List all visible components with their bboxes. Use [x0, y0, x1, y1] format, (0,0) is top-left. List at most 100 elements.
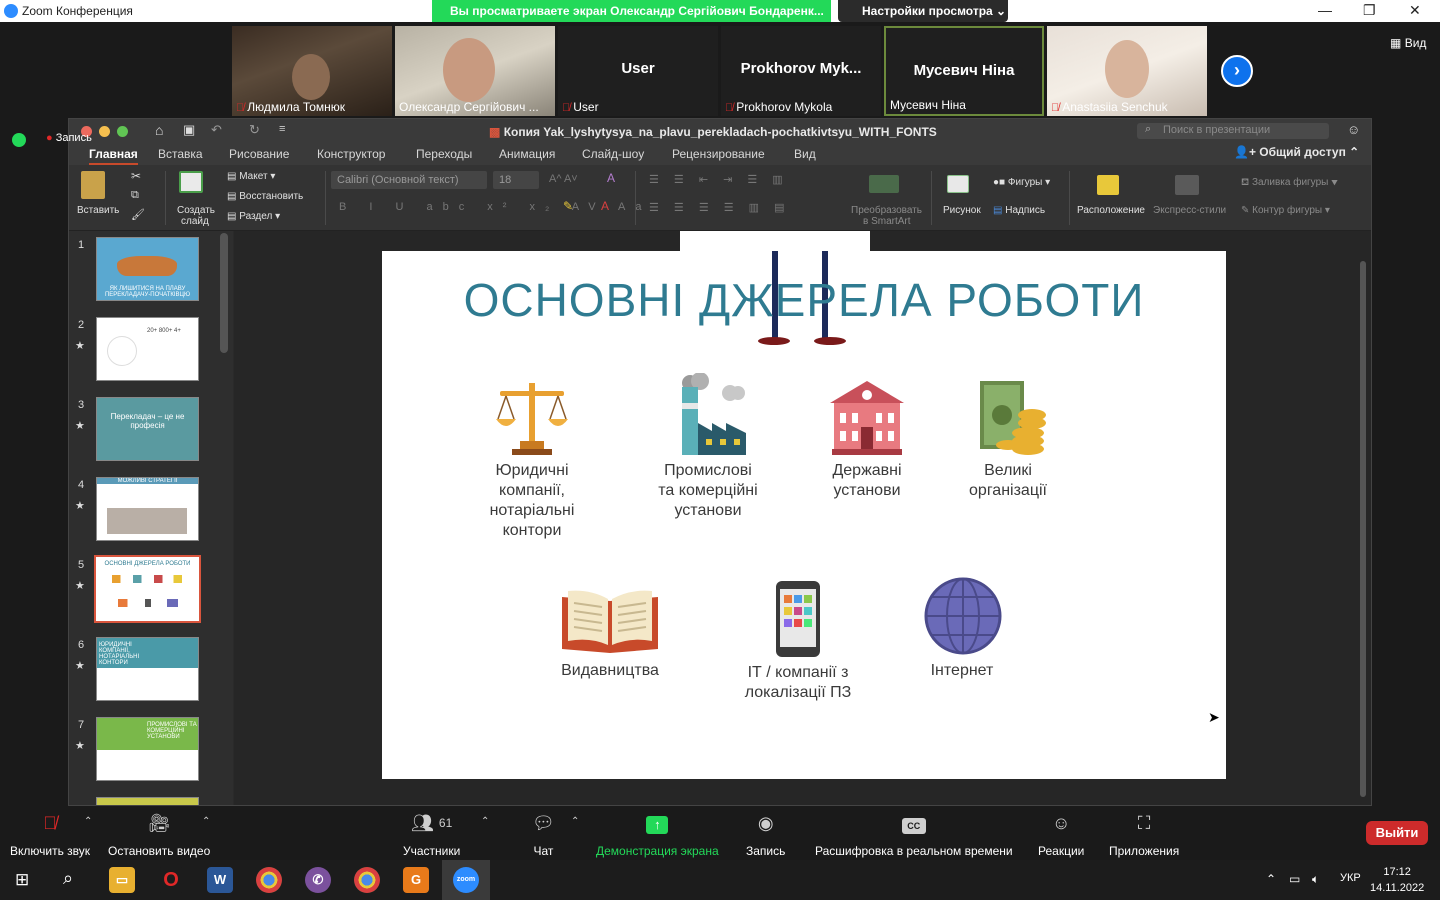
- chrome-icon[interactable]: [256, 867, 282, 893]
- share-access-button[interactable]: 👤+ Общий доступ ⌃: [1234, 145, 1359, 159]
- tab-insert[interactable]: Вставка: [158, 147, 203, 161]
- section-button[interactable]: Раздел: [239, 211, 272, 222]
- arrange-label[interactable]: Расположение: [1077, 205, 1145, 216]
- unmute-button[interactable]: 🎙̸ Включить звук: [10, 812, 90, 858]
- home-icon[interactable]: ⌂: [155, 122, 163, 138]
- save-icon[interactable]: ▣: [183, 122, 195, 138]
- slide-thumbnail[interactable]: 20+ 800+ 4+: [96, 317, 199, 381]
- zoom-window-icon[interactable]: [117, 126, 128, 137]
- tab-home[interactable]: Главная: [89, 147, 138, 165]
- windows-start-icon[interactable]: ⊞: [15, 870, 29, 890]
- pdf-reader-icon[interactable]: G: [403, 867, 429, 893]
- shapes-button[interactable]: Фигуры: [1008, 177, 1042, 188]
- participant-tile[interactable]: 🎙̸ Людмила Томнюк: [232, 26, 392, 116]
- slide-thumbnail[interactable]: [96, 797, 199, 805]
- tab-transitions[interactable]: Переходы: [416, 147, 472, 161]
- next-page-button[interactable]: ›: [1221, 55, 1253, 87]
- list-icons[interactable]: ☰ ☰ ⇤ ⇥ ☰ ▥: [649, 173, 789, 186]
- cut-icon[interactable]: ✂: [131, 169, 141, 183]
- word-icon[interactable]: W: [207, 867, 233, 893]
- copy-icon[interactable]: ⧉: [131, 189, 139, 202]
- tab-slideshow[interactable]: Слайд-шоу: [582, 147, 644, 161]
- taskbar-clock[interactable]: 17:12 14.11.2022: [1370, 864, 1424, 896]
- slide-thumbnail[interactable]: ПРОМИСЛОВІ ТА КОМЕРЦІЙНІ УСТАНОВИ: [96, 717, 199, 781]
- viber-icon[interactable]: ✆: [305, 867, 331, 893]
- participant-tile[interactable]: 🎙̸ Anastasiia Senchuk: [1047, 26, 1207, 116]
- tab-view[interactable]: Вид: [794, 147, 816, 161]
- tray-chevron-icon[interactable]: ⌃: [1266, 872, 1276, 886]
- maximize-icon[interactable]: ❐: [1363, 2, 1376, 19]
- paste-label[interactable]: Вставить: [77, 205, 119, 216]
- minimize-window-icon[interactable]: [99, 126, 110, 137]
- shape-outline-button[interactable]: Контур фигуры: [1252, 205, 1322, 216]
- record-button[interactable]: ◉ Запись: [746, 812, 785, 858]
- arrange-icon[interactable]: [1097, 175, 1119, 195]
- chrome-profile-icon[interactable]: [354, 867, 380, 893]
- picture-icon[interactable]: [947, 175, 969, 193]
- redo-icon[interactable]: ↻: [249, 122, 260, 138]
- quick-styles-label[interactable]: Экспресс-стили: [1153, 205, 1226, 216]
- video-options-caret-icon[interactable]: ⌃: [202, 816, 210, 827]
- leave-meeting-button[interactable]: Выйти: [1366, 821, 1428, 845]
- smartart-label-2[interactable]: в SmartArt: [863, 216, 911, 227]
- new-slide-icon[interactable]: [179, 171, 203, 193]
- font-size-select[interactable]: 18: [493, 171, 539, 189]
- font-color-icon[interactable]: A: [601, 199, 609, 213]
- align-icons[interactable]: ☰ ☰ ☰ ☰ ▥ ▤: [649, 201, 791, 214]
- close-icon[interactable]: ✕: [1409, 2, 1421, 19]
- opera-icon[interactable]: O: [158, 867, 184, 893]
- language-indicator[interactable]: УКР: [1340, 872, 1361, 884]
- presentation-search-input[interactable]: ⌕ Поиск в презентации: [1137, 123, 1329, 139]
- participant-tile[interactable]: Prokhorov Myk... 🎙̸ Prokhorov Mykola: [721, 26, 881, 116]
- search-icon[interactable]: ⌕: [63, 868, 73, 889]
- reactions-button[interactable]: ☺ Реакции: [1038, 812, 1084, 858]
- layout-button[interactable]: Макет: [239, 171, 267, 182]
- participant-tile-active-speaker[interactable]: Мусевич Ніна Мусевич Ніна: [884, 26, 1044, 116]
- smartart-label-1[interactable]: Преобразовать: [851, 205, 922, 216]
- stop-video-button[interactable]: 🎥︎ Остановить видео: [108, 812, 210, 858]
- apps-button[interactable]: ⛶ Приложения: [1109, 812, 1179, 858]
- tab-design[interactable]: Конструктор: [317, 147, 385, 161]
- font-name-select[interactable]: Calibri (Основной текст): [331, 171, 487, 189]
- slide-thumbnail-selected[interactable]: ОСНОВНІ ДЖЕРЕЛА РОБОТИ: [94, 555, 201, 623]
- tab-review[interactable]: Рецензирование: [672, 147, 765, 161]
- slide-thumbnail[interactable]: ЮРИДИЧНІ КОМПАНІЇ, НОТАРІАЛЬНІ КОНТОРИ: [96, 637, 199, 701]
- view-settings-dropdown[interactable]: Настройки просмотра ⌄: [838, 0, 1008, 22]
- canvas-scrollbar[interactable]: [1360, 261, 1366, 797]
- shape-fill-button[interactable]: Заливка фигуры: [1252, 177, 1328, 188]
- slide-title[interactable]: ОСНОВНІ ДЖЕРЕЛА РОБОТИ: [382, 273, 1226, 327]
- new-slide-label-2[interactable]: слайд: [181, 216, 209, 227]
- tab-draw[interactable]: Рисование: [229, 147, 289, 161]
- slide-thumbnail[interactable]: Перекладач – це не професія: [96, 397, 199, 461]
- participants-button[interactable]: 👥︎ 61 Участники: [403, 812, 460, 858]
- zoom-task-active[interactable]: zoom: [442, 860, 490, 900]
- participant-tile[interactable]: User 🎙̸ User: [558, 26, 718, 116]
- highlight-icon[interactable]: ✎: [563, 199, 573, 213]
- paste-icon[interactable]: [81, 171, 105, 199]
- network-icon[interactable]: ▭: [1289, 872, 1300, 886]
- customize-toolbar-icon[interactable]: ≡: [279, 123, 285, 135]
- encryption-shield-icon[interactable]: [12, 133, 26, 147]
- slide-thumbnail[interactable]: МОЖЛИВІ СТРАТЕГІЇ: [96, 477, 199, 541]
- reset-button[interactable]: Восстановить: [239, 191, 303, 202]
- new-slide-label-1[interactable]: Создать: [177, 205, 215, 216]
- current-slide[interactable]: ОСНОВНІ ДЖЕРЕЛА РОБОТИ Юридичні компанії…: [382, 251, 1226, 779]
- tab-animations[interactable]: Анимация: [499, 147, 555, 161]
- share-screen-button[interactable]: ↑ Демонстрация экрана: [596, 812, 719, 858]
- smartart-icon[interactable]: [869, 175, 899, 193]
- volume-icon[interactable]: 🔈︎: [1312, 872, 1319, 887]
- participants-caret-icon[interactable]: ⌃: [481, 816, 489, 827]
- textbox-button[interactable]: Надпись: [1005, 205, 1045, 216]
- live-transcript-button[interactable]: CC Расшифровка в реальном времени: [815, 812, 1013, 858]
- chat-button[interactable]: 💬︎ Чат: [532, 812, 555, 858]
- chat-caret-icon[interactable]: ⌃: [571, 816, 579, 827]
- audio-options-caret-icon[interactable]: ⌃: [84, 816, 92, 827]
- thumbnail-scrollbar[interactable]: [220, 233, 228, 353]
- undo-icon[interactable]: ↶: [211, 122, 222, 138]
- grow-font-icon[interactable]: A^ A˅: [549, 173, 578, 185]
- quick-styles-icon[interactable]: [1175, 175, 1199, 195]
- clear-formatting-icon[interactable]: A: [607, 171, 615, 185]
- file-explorer-icon[interactable]: ▭: [109, 867, 135, 893]
- format-painter-icon[interactable]: 🖌: [131, 208, 145, 221]
- slide-thumbnail[interactable]: ЯК ЛИШИТИСЯ НА ПЛАВУ ПЕРЕКЛАДАЧУ-ПОЧАТКІ…: [96, 237, 199, 301]
